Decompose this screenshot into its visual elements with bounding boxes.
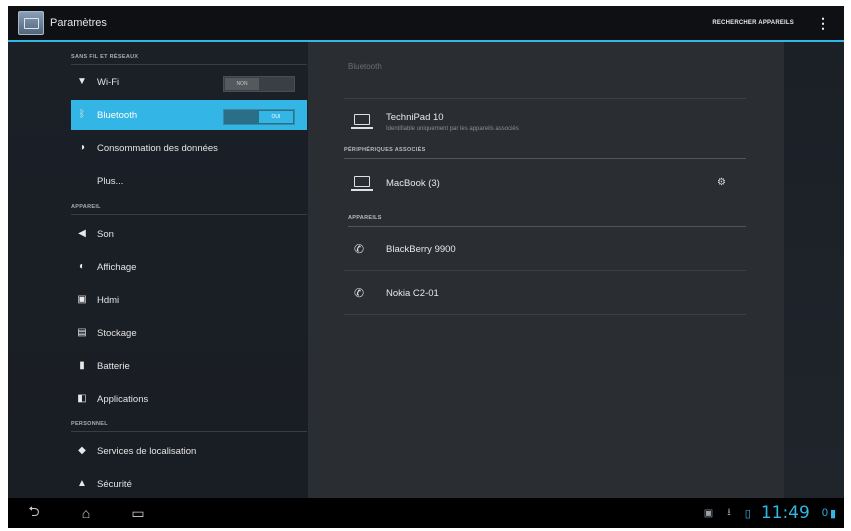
settings-app-icon[interactable] [18,11,44,35]
speaker-icon: ◀ [78,228,86,239]
settings-item-label: Consommation des données [97,142,218,154]
settings-item-label: Wi-Fi [97,76,120,88]
settings-item-label: Hdmi [97,294,120,306]
settings-item-label: Bluetooth [97,109,138,121]
device-settings-icon[interactable]: ⚙ [717,177,726,188]
settings-list: SANS FIL ET RÉSEAUX ▼ Wi-Fi NON ᛒ Blueto… [8,42,308,498]
app-title: Paramètres [50,17,107,29]
overflow-menu-icon[interactable]: ⋮ [816,16,830,30]
settings-item-label: Stockage [97,327,137,339]
available-device-row[interactable]: ✆ Nokia C2-01 [344,274,746,314]
bluetooth-toggle[interactable]: OUI [223,109,295,125]
recent-apps-icon[interactable]: ▭ [112,505,164,522]
available-device-name: BlackBerry 9900 [386,244,456,255]
settings-item-label: Sécurité [97,478,132,490]
section-personal: PERSONNEL [71,417,307,432]
battery-icon: ▮ [79,360,85,371]
settings-item-label: Affichage [97,261,137,273]
divider [344,314,746,315]
available-devices-header: APPAREILS [348,212,746,227]
divider [344,98,746,99]
wifi-icon: ▼ [77,76,87,87]
laptop-icon [351,114,373,129]
wifi-toggle[interactable]: NON [223,76,295,92]
settings-item-label: Plus... [97,175,124,187]
action-bar: Paramètres RECHERCHER APPAREILS ⋮ [8,6,844,42]
lock-icon: ▲ [77,478,87,489]
available-device-row[interactable]: ✆ BlackBerry 9900 [344,230,746,270]
settings-item-battery[interactable]: ▮ Batterie [71,351,307,381]
brightness-icon: ◐ [78,261,86,272]
download-notification-icon[interactable]: ⭳ [727,505,731,522]
paired-device-name: MacBook (3) [386,178,440,189]
settings-item-more[interactable]: Plus... [71,166,307,196]
settings-item-display[interactable]: ◐ Affichage [71,252,307,282]
phone-icon: ✆ [354,286,365,300]
settings-item-wifi[interactable]: ▼ Wi-Fi NON [71,67,307,97]
signal-count: 0 [821,507,828,519]
apps-icon: ◧ [77,393,87,404]
section-wireless: SANS FIL ET RÉSEAUX [71,50,307,65]
location-icon: ◆ [78,445,86,456]
back-icon[interactable]: ⮌ [8,501,60,525]
settings-item-storage[interactable]: ▤ Stockage [71,318,307,348]
bluetooth-panel: Bluetooth TechniPad 10 Identifiable uniq… [308,42,784,498]
bluetooth-icon: ᛒ [79,109,85,120]
this-device-row[interactable]: TechniPad 10 Identifiable uniquement par… [344,102,746,142]
settings-item-apps[interactable]: ◧ Applications [71,384,307,414]
settings-item-hdmi[interactable]: ▣ Hdmi [71,285,307,315]
settings-item-label: Batterie [97,360,130,372]
section-device: APPAREIL [71,200,307,215]
gallery-notification-icon[interactable]: ▣ [704,508,713,519]
home-icon[interactable]: ⌂ [60,505,112,521]
settings-item-sound[interactable]: ◀ Son [71,219,307,249]
bluetooth-toggle-knob: OUI [259,111,293,123]
panel-header: Bluetooth [348,62,382,71]
settings-item-location[interactable]: ◆ Services de localisation [71,436,307,466]
settings-item-data-usage[interactable]: ◑ Consommation des données [71,133,307,163]
settings-item-security[interactable]: ▲ Sécurité [71,469,307,499]
wifi-toggle-knob: NON [225,78,259,90]
tablet-screen: Paramètres RECHERCHER APPAREILS ⋮ SANS F… [8,6,844,528]
device-visibility: Identifiable uniquement par les appareil… [386,126,519,132]
storage-icon: ▤ [77,327,87,338]
laptop-icon [351,176,373,191]
battery-status-icon: ▯ [744,507,751,520]
signal-icon: ▮ [829,507,836,520]
settings-item-bluetooth[interactable]: ᛒ Bluetooth OUI [71,100,307,130]
data-usage-icon: ◑ [78,142,86,153]
settings-item-label: Applications [97,393,149,405]
phone-icon: ✆ [354,242,365,256]
device-name: TechniPad 10 [386,112,444,123]
hdmi-icon: ▣ [77,294,87,305]
settings-item-label: Services de localisation [97,445,197,457]
settings-item-label: Son [97,228,114,240]
right-margin [784,42,844,498]
paired-devices-header: PÉRIPHÉRIQUES ASSOCIÉS [344,144,746,159]
search-devices-button[interactable]: RECHERCHER APPAREILS [712,20,794,26]
clock: 11:49 [760,503,810,523]
divider [344,270,746,271]
system-nav-bar: ⮌ ⌂ ▭ ▣ ⭳ ▯ 11:49 0 ▮ [8,498,844,528]
paired-device-row[interactable]: MacBook (3) ⚙ [344,164,746,204]
available-device-name: Nokia C2-01 [386,288,439,299]
